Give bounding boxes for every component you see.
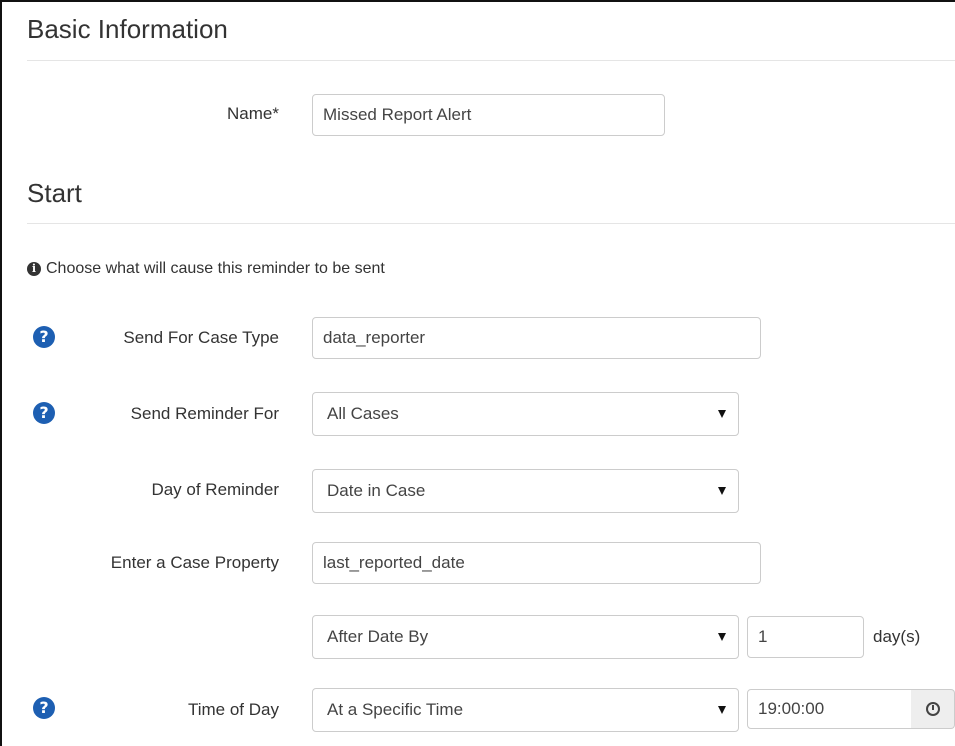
case-property-input[interactable] [312, 542, 761, 584]
chevron-down-icon [718, 633, 726, 641]
section-divider [27, 223, 955, 224]
window-left-border [0, 0, 2, 746]
case-type-input[interactable] [312, 317, 761, 359]
day-of-reminder-select[interactable]: Date in Case [312, 469, 739, 513]
section-title-start: Start [27, 178, 82, 208]
case-property-label: Enter a Case Property [110, 553, 279, 572]
time-picker-button[interactable] [911, 689, 955, 729]
time-of-day-value: At a Specific Time [327, 700, 464, 719]
chevron-down-icon [718, 706, 726, 714]
time-input[interactable] [747, 689, 912, 729]
question-circle-icon[interactable]: ? [33, 326, 55, 348]
offset-direction-value: After Date By [327, 627, 429, 646]
reminder-for-value: All Cases [327, 404, 399, 423]
offset-unit-label: day(s) [873, 627, 921, 646]
time-of-day-label: Time of Day [187, 700, 279, 719]
clock-icon [926, 702, 940, 716]
info-message: i Choose what will cause this reminder to… [27, 260, 385, 278]
chevron-down-icon [718, 410, 726, 418]
day-of-reminder-value: Date in Case [327, 481, 426, 500]
reminder-for-label: Send Reminder For [130, 404, 279, 423]
info-message-text: Choose what will cause this reminder to … [46, 260, 385, 277]
question-circle-icon[interactable]: ? [33, 697, 55, 719]
chevron-down-icon [718, 487, 726, 495]
info-circle-icon: i [27, 262, 41, 276]
offset-number-input[interactable] [747, 616, 864, 658]
section-title-basic-information: Basic Information [27, 14, 228, 44]
day-of-reminder-label: Day of Reminder [151, 480, 279, 499]
time-of-day-select[interactable]: At a Specific Time [312, 688, 739, 732]
name-input[interactable] [312, 94, 665, 136]
offset-direction-select[interactable]: After Date By [312, 615, 739, 659]
case-type-label: Send For Case Type [123, 328, 279, 347]
reminder-for-select[interactable]: All Cases [312, 392, 739, 436]
window-top-border [0, 0, 955, 2]
section-divider [27, 60, 955, 61]
name-label: Name* [227, 104, 279, 123]
question-circle-icon[interactable]: ? [33, 402, 55, 424]
